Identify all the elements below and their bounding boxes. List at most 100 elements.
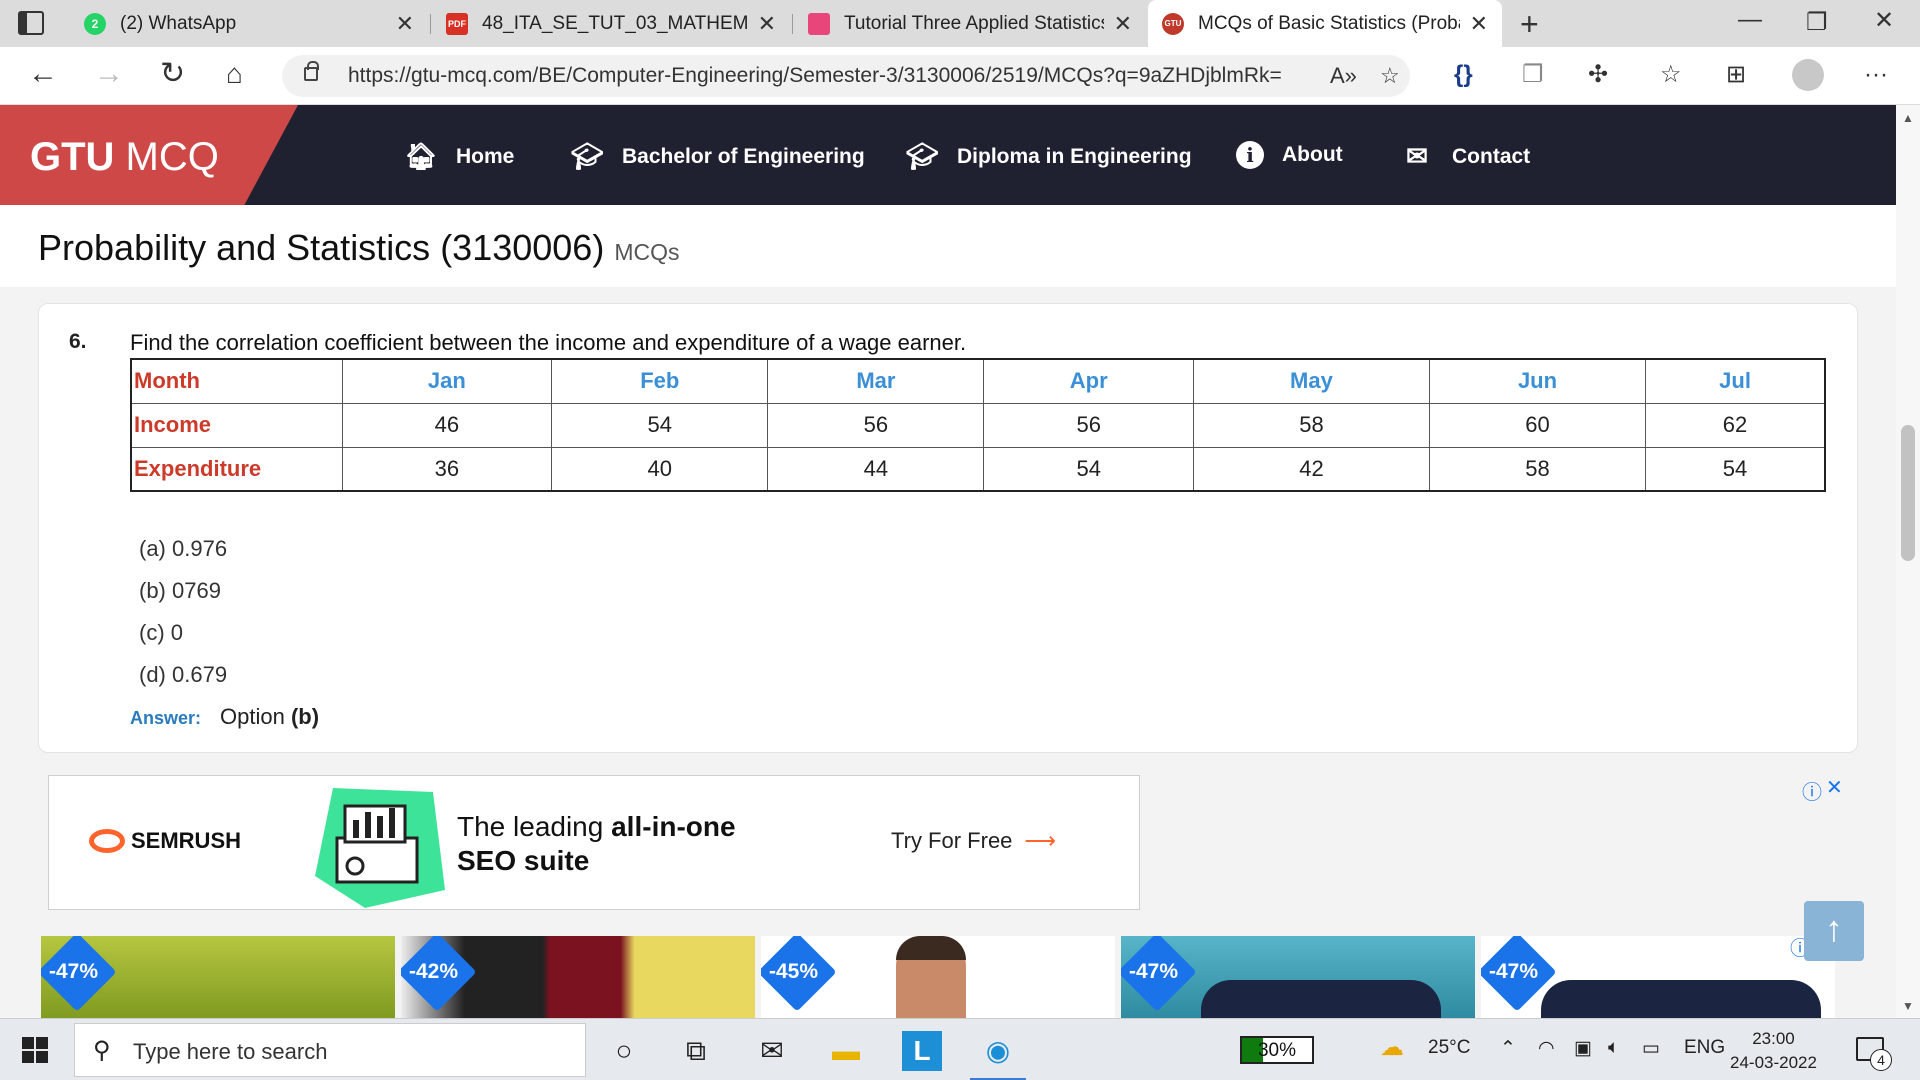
show-hidden-icons[interactable]: ⌃ (1500, 1037, 1516, 1060)
question-card: 6. Find the correlation coefficient betw… (38, 303, 1858, 753)
close-tab-icon[interactable]: ✕ (1470, 11, 1488, 37)
mail-icon[interactable]: ✉ (752, 1031, 792, 1071)
table-cell: Jun (1428, 358, 1647, 404)
battery-indicator[interactable]: 30% (1240, 1036, 1314, 1064)
semrush-ad[interactable]: SEMRUSH The leading all-in-one SEO suite… (48, 775, 1140, 910)
nav-contact[interactable]: ✉︎ Contact (1400, 141, 1530, 172)
nav-diploma-in-engineering[interactable]: 🎓︎ Diploma in Engineering (905, 141, 1192, 172)
close-tab-icon[interactable]: ✕ (1114, 11, 1132, 37)
browser-toolbar: ← → ↻ ⌂ https://gtu-mcq.com/BE/Computer-… (0, 47, 1920, 105)
tab-tutorial[interactable]: Tutorial Three Applied Statistics ✕ (794, 0, 1146, 47)
product-tile[interactable]: -47% (1481, 936, 1835, 1020)
product-tile[interactable]: -47% (41, 936, 395, 1020)
tab-whatsapp[interactable]: 2 (2) WhatsApp ✕ (70, 0, 428, 47)
product-tile[interactable]: -47% (1121, 936, 1475, 1020)
taskbar-search[interactable]: ⚲ Type here to search (74, 1023, 586, 1077)
task-view-icon[interactable]: ⧉ (676, 1031, 716, 1071)
clock[interactable]: 23:00 24-03-2022 (1730, 1027, 1817, 1075)
edge-browser-icon[interactable]: ◉ (970, 1031, 1026, 1080)
extensions-icon[interactable]: ✣ (1588, 61, 1608, 89)
close-tab-icon[interactable]: ✕ (758, 11, 776, 37)
home-icon: 🏠︎ (404, 141, 438, 171)
table-cell: 60 (1428, 402, 1647, 448)
model-hair (896, 936, 966, 960)
row-header: Income (130, 402, 343, 448)
try-for-free-link[interactable]: Try For Free ⟶ (891, 828, 1056, 854)
table-cell: 54 (1645, 446, 1827, 492)
lock-icon[interactable] (304, 61, 319, 81)
ad-close-icon[interactable]: ✕ (1826, 775, 1843, 800)
seo-toolbox-illustration (315, 788, 445, 908)
favorites-icon[interactable]: ☆ (1660, 61, 1682, 89)
more-menu-icon[interactable]: ··· (1864, 61, 1888, 89)
nav-bachelor-of-engineering[interactable]: 🎓︎ Bachelor of Engineering (570, 141, 864, 172)
scroll-to-top-button[interactable]: ↑ (1804, 901, 1864, 961)
logo-light-text: MCQ (114, 135, 219, 179)
page-title-text: Probability and Statistics (3130006) (38, 227, 605, 268)
nav-home[interactable]: 🏠︎ Home (404, 141, 514, 172)
url-text[interactable]: https://gtu-mcq.com/BE/Computer-Engineer… (348, 64, 1282, 88)
minimize-icon[interactable]: — (1738, 6, 1762, 34)
semrush-brand: SEMRUSH (131, 828, 242, 853)
browser-tab-strip: 2 (2) WhatsApp ✕ PDF 48_ITA_SE_TUT_03_MA… (0, 0, 1920, 47)
tab-gtu-mcq[interactable]: GTU MCQs of Basic Statistics (Probabi ✕ (1148, 0, 1502, 47)
arrow-up-icon: ↑ (1825, 908, 1843, 949)
battery-tray-icon[interactable]: ▭ (1642, 1037, 1660, 1060)
semrush-flame-icon (89, 829, 125, 853)
clock-time: 23:00 (1752, 1029, 1795, 1048)
nav-label: Home (456, 144, 515, 168)
scrollbar-thumb[interactable] (1901, 425, 1915, 561)
windows-start-icon[interactable] (22, 1037, 48, 1063)
home-icon[interactable]: ⌂ (226, 59, 243, 89)
table-cell: Mar (767, 358, 985, 404)
back-icon[interactable]: ← (28, 59, 58, 89)
tagline-normal: The leading (457, 811, 612, 842)
collections-icon[interactable]: ⊞ (1726, 61, 1746, 89)
ad-info-icon[interactable]: ⓘ (1802, 776, 1822, 805)
nav-label: Diploma in Engineering (957, 144, 1192, 168)
volume-icon[interactable]: 🔈︎ (1608, 1037, 1619, 1059)
table-cell: 58 (1428, 446, 1647, 492)
language-indicator[interactable]: ENG (1684, 1037, 1725, 1059)
site-logo[interactable]: GTU MCQ (30, 135, 219, 180)
discount-text: -47% (49, 960, 99, 983)
search-placeholder: Type here to search (133, 1039, 328, 1064)
cortana-icon[interactable]: ○ (604, 1031, 644, 1071)
refresh-icon[interactable]: ↻ (160, 59, 185, 89)
page-scrollbar[interactable]: ▲ ▼ (1896, 105, 1920, 1018)
weather-icon[interactable]: ☁ (1380, 1033, 1404, 1062)
nav-label: About (1282, 143, 1343, 166)
restore-icon[interactable]: ❐ (1806, 8, 1828, 37)
network-icon[interactable]: ▣ (1574, 1037, 1592, 1060)
address-bar[interactable]: https://gtu-mcq.com/BE/Computer-Engineer… (282, 55, 1410, 97)
new-tab-icon[interactable]: + (1520, 6, 1539, 43)
table-cell: 54 (983, 446, 1194, 492)
scroll-up-icon[interactable]: ▲ (1902, 111, 1914, 125)
wifi-icon[interactable]: ◠ (1538, 1037, 1555, 1060)
forward-icon[interactable]: → (94, 59, 124, 89)
product-tile[interactable]: -45% (761, 936, 1115, 1020)
close-window-icon[interactable]: ✕ (1874, 6, 1894, 35)
scroll-down-icon[interactable]: ▼ (1902, 999, 1914, 1013)
extension-copy-icon[interactable]: ❐ (1522, 61, 1544, 89)
table-cell: 58 (1192, 402, 1430, 448)
product-ad-strip[interactable]: -47% -42% -45% -47% -47% (41, 936, 1835, 1020)
arrow-right-icon: ⟶ (1024, 828, 1056, 853)
tab-actions-icon[interactable] (18, 11, 44, 35)
close-tab-icon[interactable]: ✕ (396, 11, 414, 37)
product-tile[interactable]: -42% (401, 936, 755, 1020)
answer-prefix: Option (220, 704, 291, 729)
gtu-mcq-icon: GTU (1162, 12, 1184, 35)
profile-avatar[interactable] (1792, 59, 1824, 91)
launcher-l-icon[interactable]: L (902, 1031, 942, 1071)
info-icon: i (1236, 141, 1264, 169)
extension-brackets-icon[interactable]: {} (1454, 61, 1473, 89)
add-favorite-icon[interactable]: ☆ (1380, 63, 1400, 89)
temperature[interactable]: 25°C (1428, 1037, 1470, 1059)
read-aloud-icon[interactable]: A» (1330, 63, 1357, 89)
tab-pdf[interactable]: PDF 48_ITA_SE_TUT_03_MATHEMATIC ✕ (432, 0, 790, 47)
nav-about[interactable]: i About (1236, 141, 1343, 169)
file-explorer-icon[interactable]: ▬ (826, 1031, 866, 1071)
table-cell: 56 (767, 402, 985, 448)
option-b: (b) 0769 (139, 578, 221, 603)
